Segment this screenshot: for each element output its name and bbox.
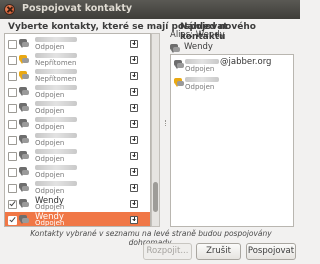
- chat-bubble-shadow-icon: [22, 106, 29, 111]
- contact-checkbox[interactable]: [8, 200, 17, 209]
- chat-bubble-shadow-icon: [22, 202, 29, 207]
- download-icon[interactable]: [130, 152, 138, 160]
- merge-button[interactable]: Pospojovat: [246, 243, 296, 260]
- redacted-name: [35, 117, 77, 122]
- contact-row[interactable]: Odpojen: [5, 180, 150, 197]
- contact-status: Odpojen: [35, 139, 65, 147]
- download-icon[interactable]: [130, 40, 138, 48]
- contact-row[interactable]: Odpojen: [5, 100, 150, 117]
- contact-status: Odpojen: [35, 219, 65, 227]
- chat-bubble-shadow-icon: [22, 90, 29, 95]
- chat-bubble-shadow-icon: [22, 138, 29, 143]
- chat-bubble-shadow-icon: [22, 74, 29, 79]
- chat-bubble-shadow-icon: [22, 154, 29, 159]
- redacted-name: [35, 53, 77, 58]
- download-icon[interactable]: [130, 88, 138, 96]
- unmerge-button[interactable]: Rozpojit...: [143, 243, 192, 260]
- preview-item-status: Odpojen: [185, 65, 215, 73]
- download-icon[interactable]: [130, 136, 138, 144]
- contact-row[interactable]: Odpojen: [5, 84, 150, 101]
- pane-splitter-handle[interactable]: [165, 120, 168, 126]
- download-icon[interactable]: [130, 72, 138, 80]
- contact-status: Odpojen: [35, 203, 65, 211]
- chat-bubble-shadow-icon: [22, 122, 29, 127]
- window-title: Pospojovat kontakty: [22, 3, 133, 14]
- contact-status: Odpojen: [35, 171, 65, 179]
- contact-checkbox[interactable]: [8, 104, 17, 113]
- contact-checkbox[interactable]: [8, 40, 17, 49]
- chat-bubble-shadow-icon: [22, 186, 29, 191]
- contact-list[interactable]: Odpojen Nepřítomen Nepřítomen Odpojen Odpoje…: [4, 33, 151, 227]
- preview-list-item[interactable]: Odpojen: [171, 75, 293, 92]
- cancel-button[interactable]: Zrušit: [196, 243, 241, 260]
- contact-row[interactable]: Odpojen: [5, 132, 150, 149]
- contact-list-scrollbar[interactable]: [151, 33, 160, 227]
- contact-checkbox[interactable]: [8, 72, 17, 81]
- contact-checkbox[interactable]: [8, 152, 17, 161]
- download-icon[interactable]: [130, 184, 138, 192]
- download-icon[interactable]: [130, 168, 138, 176]
- contact-status: Odpojen: [35, 107, 65, 115]
- redacted-name: [185, 77, 219, 82]
- contact-status: Nepřítomen: [35, 75, 77, 83]
- chat-bubble-shadow-icon: [22, 218, 29, 223]
- redacted-name: [35, 85, 77, 90]
- preview-contact-name: Wendy: [184, 42, 213, 52]
- contact-row[interactable]: Wendy Odpojen: [5, 196, 150, 213]
- contact-checkbox[interactable]: [8, 136, 17, 145]
- chat-bubble-shadow-icon: [177, 81, 184, 86]
- preview-contact-list[interactable]: @jabber.org Odpojen Odpojen: [170, 54, 294, 227]
- chat-bubble-shadow-icon: [22, 170, 29, 175]
- titlebar: Pospojovat kontakty: [0, 0, 300, 19]
- chat-bubble-shadow-icon: [177, 63, 184, 68]
- contact-row[interactable]: Nepřítomen: [5, 68, 150, 85]
- alias-label: Alias: Wendy: [170, 30, 225, 40]
- scrollbar-thumb[interactable]: [153, 182, 158, 212]
- jabber-address: @jabber.org: [220, 57, 272, 67]
- contact-status: Odpojen: [35, 43, 65, 51]
- contact-checkbox[interactable]: [8, 120, 17, 129]
- contact-checkbox[interactable]: [8, 168, 17, 177]
- download-icon[interactable]: [130, 216, 138, 224]
- preview-item-status: Odpojen: [185, 83, 215, 91]
- download-icon[interactable]: [130, 56, 138, 64]
- contact-row[interactable]: Odpojen: [5, 36, 150, 53]
- redacted-name: [35, 101, 77, 106]
- redacted-name: [35, 165, 77, 170]
- close-icon[interactable]: [4, 4, 15, 15]
- download-icon[interactable]: [130, 200, 138, 208]
- redacted-name: [185, 59, 219, 64]
- contact-status: Odpojen: [35, 155, 65, 163]
- contact-checkbox[interactable]: [8, 216, 17, 225]
- chat-bubble-shadow-icon: [173, 47, 180, 52]
- redacted-name: [35, 37, 77, 42]
- contact-status: Odpojen: [35, 187, 65, 195]
- contact-status: Nepřítomen: [35, 59, 77, 67]
- merge-contacts-window: Pospojovat kontakty Vyberte kontakty, kt…: [0, 0, 300, 264]
- preview-list-item[interactable]: @jabber.org Odpojen: [171, 57, 293, 74]
- contact-row[interactable]: Odpojen: [5, 148, 150, 165]
- contact-status: Odpojen: [35, 123, 65, 131]
- redacted-name: [35, 149, 77, 154]
- redacted-name: [35, 133, 77, 138]
- contact-checkbox[interactable]: [8, 88, 17, 97]
- contact-checkbox[interactable]: [8, 184, 17, 193]
- download-icon[interactable]: [130, 104, 138, 112]
- download-icon[interactable]: [130, 120, 138, 128]
- redacted-name: [35, 69, 77, 74]
- chat-bubble-shadow-icon: [22, 58, 29, 63]
- contact-row[interactable]: Wendy Odpojen: [5, 212, 150, 227]
- chat-bubble-shadow-icon: [22, 42, 29, 47]
- contact-row[interactable]: Odpojen: [5, 116, 150, 133]
- redacted-name: [35, 181, 77, 186]
- contact-row[interactable]: Odpojen: [5, 164, 150, 181]
- contact-status: Odpojen: [35, 91, 65, 99]
- contact-row[interactable]: Nepřítomen: [5, 52, 150, 69]
- contact-checkbox[interactable]: [8, 56, 17, 65]
